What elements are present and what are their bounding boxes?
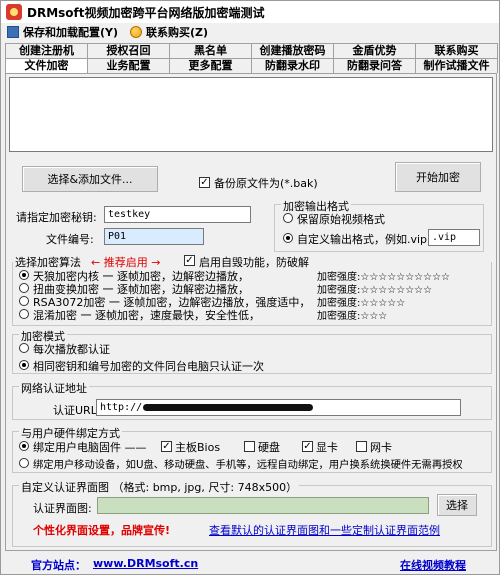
algo-radio-sirius[interactable] bbox=[19, 270, 29, 280]
custom-format-input[interactable]: .vip bbox=[428, 229, 480, 246]
gpu-checkbox[interactable]: ✓ bbox=[302, 441, 313, 452]
algo-label-obfuscate: 混淆加密 一 逐帧加密，速度最快，安全性低， bbox=[33, 309, 260, 322]
backup-label: 备份原文件为(*.bak) bbox=[214, 177, 318, 190]
tab-play-password[interactable]: 创建播放密码 bbox=[251, 43, 334, 58]
custom-format-radio[interactable] bbox=[283, 233, 293, 243]
url-label: 认证URL: bbox=[53, 404, 101, 417]
start-encrypt-button[interactable]: 开始加密 bbox=[395, 162, 481, 192]
tab-revoke[interactable]: 授权召回 bbox=[87, 43, 170, 58]
disk-checkbox[interactable] bbox=[244, 441, 255, 452]
backup-checkbox[interactable]: ✓ bbox=[199, 177, 210, 188]
key-label: 请指定加密秘钥: bbox=[16, 211, 97, 224]
tab-row-bottom: 文件加密 业务配置 更多配置 防翻录水印 防翻录问答 制作试播文件 bbox=[5, 58, 498, 73]
site-link[interactable]: www.DRMsoft.cn bbox=[93, 557, 198, 570]
main-window: DRMsoft视频加密跨平台网络版加密端测试 保存和加载配置(Y) 联系购买(Z… bbox=[0, 0, 500, 575]
menu-save-config-label: 保存和加载配置(Y) bbox=[23, 26, 119, 39]
bios-checkbox[interactable]: ✓ bbox=[161, 441, 172, 452]
self-destroy-checkbox[interactable]: ✓ bbox=[184, 255, 195, 266]
custom-ui-title: 自定义认证界面图 （格式: bmp, jpg, 尺寸: 748x500） bbox=[19, 479, 300, 495]
keep-format-label: 保留原始视频格式 bbox=[297, 213, 385, 226]
tab-row-top: 创建注册机 授权召回 黑名单 创建播放密码 金盾优势 联系购买 bbox=[5, 43, 498, 58]
image-label: 认证界面图: bbox=[33, 502, 92, 515]
tab-create-keygen[interactable]: 创建注册机 bbox=[5, 43, 88, 58]
custom-format-label: 自定义输出格式，例如.vip bbox=[297, 233, 428, 246]
menu-contact[interactable]: 联系购买(Z) bbox=[124, 23, 214, 41]
nic-checkbox[interactable] bbox=[356, 441, 367, 452]
tab-watermark[interactable]: 防翻录水印 bbox=[251, 58, 334, 73]
globe-icon bbox=[130, 26, 143, 38]
tab-file-encrypt[interactable]: 文件加密 bbox=[5, 58, 88, 73]
mode-every-play-radio[interactable] bbox=[19, 343, 29, 353]
promo-text: 个性化界面设置，品牌宣传! bbox=[33, 524, 171, 537]
video-tutorial-link[interactable]: 在线视频教程 bbox=[400, 557, 466, 573]
file-no-input[interactable]: P01 bbox=[104, 228, 204, 245]
redacted-mark bbox=[143, 404, 313, 411]
mode-every-play-label: 每次播放都认证 bbox=[33, 343, 110, 356]
mode-same-pc-label: 相同密钥和编号加密的文件同台电脑只认证一次 bbox=[33, 360, 264, 373]
bind-mobile-label: 绑定用户移动设备，如U盘、移动硬盘、手机等，远程自动绑定，用户换系统换硬件无需再… bbox=[33, 459, 463, 471]
algorithm-group: 选择加密算法 ← 推荐启用 → ✓ 启用自毁功能，防破解 天狼加密内核 一 逐帧… bbox=[12, 254, 492, 326]
url-value: http:// bbox=[100, 402, 143, 413]
select-files-button[interactable]: 选择&添加文件... bbox=[22, 166, 158, 192]
encrypt-mode-group: 加密模式 每次播放都认证 相同密钥和编号加密的文件同台电脑只认证一次 bbox=[12, 328, 492, 374]
app-logo-icon bbox=[6, 4, 22, 20]
bind-pc-label: 绑定用户电脑固件 —— bbox=[33, 441, 147, 454]
menu-bar: 保存和加载配置(Y) 联系购买(Z) bbox=[1, 23, 499, 41]
algo-radio-twist[interactable] bbox=[19, 283, 29, 293]
file-no-label: 文件编号: bbox=[46, 233, 94, 246]
tab-contact[interactable]: 联系购买 bbox=[415, 43, 498, 58]
tab-advantages[interactable]: 金盾优势 bbox=[333, 43, 416, 58]
window-title: DRMsoft视频加密跨平台网络版加密端测试 bbox=[27, 5, 265, 20]
save-icon bbox=[7, 26, 19, 38]
image-path-input[interactable] bbox=[97, 497, 429, 514]
select-image-button[interactable]: 选择 bbox=[437, 494, 477, 516]
output-format-group: 加密输出格式 保留原始视频格式 自定义输出格式，例如.vip .vip bbox=[274, 198, 484, 252]
sample-link[interactable]: 查看默认的认证界面图和一些定制认证界面范例 bbox=[209, 522, 440, 538]
bind-pc-radio[interactable] bbox=[19, 441, 29, 451]
gpu-label: 显卡 bbox=[316, 441, 338, 454]
mode-same-pc-radio[interactable] bbox=[19, 360, 29, 370]
tab-trial-file[interactable]: 制作试播文件 bbox=[415, 58, 498, 73]
algo-radio-rsa[interactable] bbox=[19, 296, 29, 306]
keep-format-radio[interactable] bbox=[283, 213, 293, 223]
custom-ui-group: 自定义认证界面图 （格式: bmp, jpg, 尺寸: 748x500） 认证界… bbox=[12, 479, 492, 547]
footer: 官方站点： www.DRMsoft.cn 在线视频教程 bbox=[1, 554, 499, 574]
algo-radio-obfuscate[interactable] bbox=[19, 309, 29, 319]
disk-label: 硬盘 bbox=[258, 441, 280, 454]
nic-label: 网卡 bbox=[370, 441, 392, 454]
menu-contact-label: 联系购买(Z) bbox=[146, 26, 209, 39]
site-label: 官方站点： bbox=[31, 559, 86, 572]
menu-save-config[interactable]: 保存和加载配置(Y) bbox=[1, 23, 124, 41]
hardware-bind-group: 与用户硬件绑定方式 绑定用户电脑固件 —— ✓ 主板Bios 硬盘 ✓ 显卡 网… bbox=[12, 425, 492, 473]
tab-more-config[interactable]: 更多配置 bbox=[169, 58, 252, 73]
bios-label: 主板Bios bbox=[175, 441, 221, 454]
network-title: 网络认证地址 bbox=[19, 380, 89, 396]
tab-business-config[interactable]: 业务配置 bbox=[87, 58, 170, 73]
file-encrypt-panel: 选择&添加文件... ✓ 备份原文件为(*.bak) 开始加密 请指定加密秘钥:… bbox=[5, 73, 497, 551]
key-input[interactable]: testkey bbox=[104, 206, 251, 223]
tab-strip: 创建注册机 授权召回 黑名单 创建播放密码 金盾优势 联系购买 文件加密 业务配… bbox=[5, 43, 498, 73]
bind-mobile-radio[interactable] bbox=[19, 458, 29, 468]
network-group: 网络认证地址 认证URL: http:// bbox=[12, 380, 492, 420]
tab-blacklist[interactable]: 黑名单 bbox=[169, 43, 252, 58]
algo-strength-obfuscate: 加密强度:☆☆☆ bbox=[317, 311, 388, 322]
title-bar[interactable]: DRMsoft视频加密跨平台网络版加密端测试 bbox=[1, 1, 499, 23]
tab-anti-record-qa[interactable]: 防翻录问答 bbox=[333, 58, 416, 73]
file-list[interactable] bbox=[9, 77, 493, 152]
